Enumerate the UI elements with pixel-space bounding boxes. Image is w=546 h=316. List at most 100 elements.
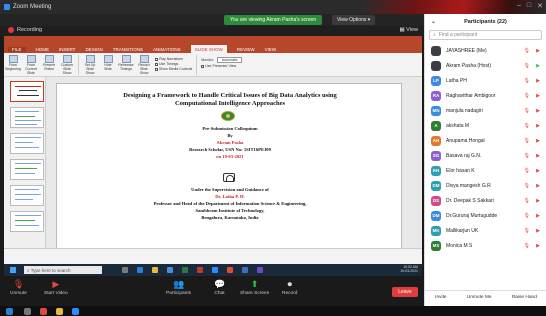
checkbox[interactable] — [155, 57, 158, 61]
store-icon[interactable] — [167, 267, 173, 273]
participant-row[interactable]: DS Dr. Deepak S Sakkari 🎙 ▶ — [425, 193, 546, 208]
zoom-app-icon[interactable] — [72, 308, 79, 315]
participant-row[interactable]: AH Anupama Hongal 🎙 ▶ — [425, 133, 546, 148]
slide-thumbnail[interactable] — [10, 81, 44, 102]
participant-row[interactable]: MK Mallikarjun UK 🎙 ▶ — [425, 223, 546, 238]
share-screen-label: Share Screen — [240, 291, 270, 296]
windows-start-icon[interactable] — [10, 267, 16, 273]
globe-icon — [44, 55, 54, 63]
tab-view[interactable]: VIEW — [265, 47, 277, 52]
hide-slide-button[interactable]: Hide Slide — [101, 55, 115, 72]
file-explorer-icon[interactable] — [152, 267, 158, 273]
windows-start-icon[interactable] — [6, 308, 13, 315]
rehearse-timings-button[interactable]: Rehearse Timings — [118, 55, 134, 72]
unmute-me-button[interactable]: Unmute Me — [467, 295, 492, 300]
slide-title-line1: Designing a Framework to Handle Critical… — [123, 92, 337, 99]
leave-button[interactable]: Leave — [392, 287, 418, 297]
edge-icon[interactable] — [137, 267, 143, 273]
start-video-button[interactable]: ▶ Start Video — [44, 279, 68, 296]
close-icon[interactable]: ✕ — [537, 2, 543, 10]
participant-row[interactable]: MN manjula nadagiri 🎙 ▶ — [425, 103, 546, 118]
ppt-ribbon: From Beginning From Current Slide Presen… — [4, 53, 422, 77]
use-timings-check[interactable]: Use Timings — [155, 62, 192, 66]
presenter-view-check[interactable]: Use Presenter View — [201, 64, 242, 68]
participant-name: Dr.Gururaj Murtugudde — [446, 212, 498, 219]
zoom-app-icon[interactable] — [212, 267, 218, 273]
recording-row: Recording ▦ View — [0, 26, 424, 36]
slide-thumbnail[interactable] — [10, 133, 44, 154]
unmute-button[interactable]: 🎙 Unmute — [10, 279, 27, 296]
view-button[interactable]: ▦ View — [399, 27, 418, 33]
participant-row[interactable]: JAYASHREE (Me) 🎙 ▶ — [425, 43, 546, 58]
participant-row[interactable]: DM Divya mangesh G.R 🎙 ▶ — [425, 178, 546, 193]
set-up-slide-show-button[interactable]: Set Up Slide Show — [83, 55, 97, 76]
word-icon[interactable] — [242, 267, 248, 273]
tab-file[interactable]: FILE — [8, 46, 26, 52]
chevron-down-icon[interactable]: ⌄ — [431, 18, 436, 25]
record-slide-show-button[interactable]: Record Slide Show — [137, 55, 151, 76]
checkbox[interactable] — [201, 64, 205, 68]
record-button[interactable]: ⏺ Record — [282, 279, 297, 296]
tab-insert[interactable]: INSERT — [59, 47, 75, 52]
custom-slide-show-button[interactable]: Custom Slide Show — [60, 55, 74, 76]
maximize-icon[interactable]: □ — [527, 2, 531, 10]
participant-row[interactable]: LP Latha PH 🎙 ▶ — [425, 73, 546, 88]
avatar: DS — [431, 195, 441, 206]
minimize-icon[interactable]: – — [517, 2, 521, 10]
slide-thumbnail[interactable] — [10, 211, 44, 232]
powerpoint-icon[interactable] — [197, 267, 203, 273]
ppt-ribbon-tabs: FILE HOME INSERT DESIGN TRANSITIONS ANIM… — [4, 45, 422, 53]
search-icon[interactable] — [24, 308, 31, 315]
participant-row[interactable]: MS Monica M S 🎙 ▶ — [425, 238, 546, 253]
microphone-muted-icon: 🎙 — [523, 213, 530, 219]
raise-hand-button[interactable]: Raise Hand — [512, 295, 537, 300]
share-screen-button[interactable]: ⬆ Share Screen — [240, 279, 269, 296]
play-narrations-check[interactable]: Play Narrations — [155, 57, 192, 61]
participants-button[interactable]: 👥 Participants — [166, 279, 191, 296]
chat-button[interactable]: 💬 Chat — [214, 279, 225, 296]
participant-name: Latha PH — [446, 77, 467, 84]
video-off-icon: ▶ — [536, 153, 540, 159]
tab-transitions[interactable]: TRANSITIONS — [113, 47, 143, 52]
chrome-icon[interactable] — [227, 267, 233, 273]
participant-row[interactable]: DM Dr.Gururaj Murtugudde 🎙 ▶ — [425, 208, 546, 223]
task-view-icon[interactable] — [122, 267, 128, 273]
file-explorer-icon[interactable] — [56, 308, 63, 315]
tab-slide-show[interactable]: SLIDE SHOW — [190, 45, 227, 53]
view-options-button[interactable]: View Options ▾ — [332, 15, 376, 25]
tab-home[interactable]: HOME — [36, 47, 50, 52]
participant-search-input[interactable]: ⌕ Find a participant — [429, 30, 542, 40]
checkbox[interactable] — [155, 62, 158, 66]
slide-thumbnail[interactable] — [10, 185, 44, 206]
participant-row[interactable]: EH Elor hasan K 🎙 ▶ — [425, 163, 546, 178]
taskbar-search-input[interactable]: ⌕ Type here to search — [24, 266, 102, 274]
from-beginning-button[interactable]: From Beginning — [5, 55, 21, 72]
present-online-button[interactable]: Present Online — [42, 55, 56, 72]
invite-button[interactable]: Invite — [435, 295, 446, 300]
app-icon[interactable] — [257, 267, 263, 273]
show-media-controls-check[interactable]: Show Media Controls — [155, 67, 192, 71]
recording-indicator[interactable]: Recording — [8, 27, 42, 33]
tab-review[interactable]: REVIEW — [237, 47, 255, 52]
slide-thumbnail[interactable] — [10, 107, 44, 128]
current-slide[interactable]: Designing a Framework to Handle Critical… — [56, 83, 402, 249]
custom-show-label: Custom Slide Show — [60, 63, 74, 75]
excel-icon[interactable] — [182, 267, 188, 273]
tab-design[interactable]: DESIGN — [85, 47, 102, 52]
sharing-indicator: You are viewing Akram Pasha's screen — [224, 15, 323, 25]
participant-row[interactable]: Aakshata M 🎙 ▶ — [425, 118, 546, 133]
taskbar-clock[interactable]: 10:52 AM 19-03-2021 — [400, 265, 418, 273]
monitor-select[interactable]: Monitor: Automatic — [201, 57, 243, 63]
from-beginning-label: From Beginning — [5, 63, 21, 71]
participant-row[interactable]: RA Raghavithar Ambigoor 🎙 ▶ — [425, 88, 546, 103]
participant-row[interactable]: SG Basava raj G.N. 🎙 ▶ — [425, 148, 546, 163]
slide-thumbnail[interactable] — [10, 159, 44, 180]
microphone-muted-icon: 🎙 — [523, 138, 530, 144]
chrome-icon[interactable] — [40, 308, 47, 315]
present-online-label: Present Online — [42, 63, 56, 71]
ppt-statusbar — [4, 248, 422, 256]
from-current-slide-button[interactable]: From Current Slide — [24, 55, 38, 76]
tab-animations[interactable]: ANIMATIONS — [153, 47, 181, 52]
checkbox[interactable] — [155, 67, 158, 71]
participant-row[interactable]: Akram Pasha (Host) 🎙 ▶ — [425, 58, 546, 73]
